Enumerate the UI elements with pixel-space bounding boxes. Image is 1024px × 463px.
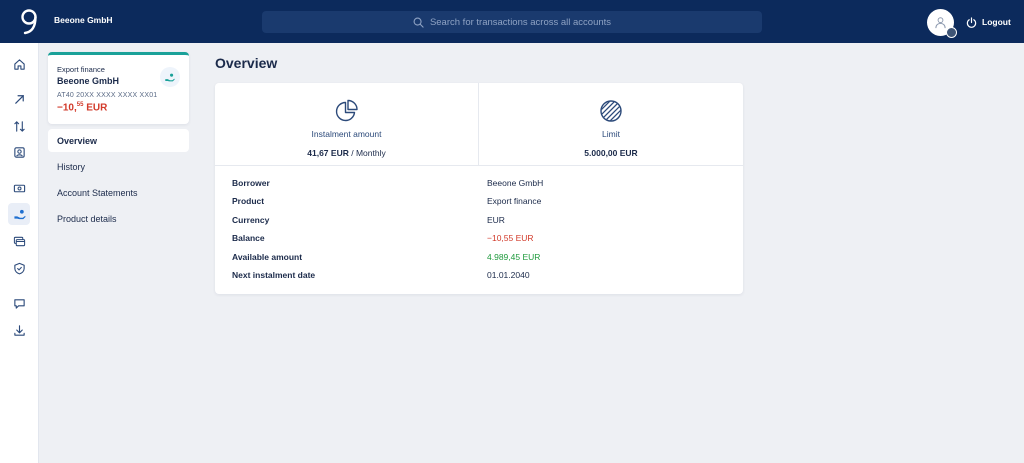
account-balance: −10,55 EUR <box>57 102 108 114</box>
transfer-out-icon <box>15 94 24 104</box>
download-icon <box>14 324 25 336</box>
rail-download[interactable] <box>0 320 39 340</box>
rail-security[interactable] <box>0 258 39 278</box>
search-placeholder: Search for transactions across all accou… <box>429 16 612 28</box>
contacts-icon <box>14 146 25 158</box>
account-iban: AT40 20XX XXXX XXXX XX01 <box>57 92 158 99</box>
rail-contacts[interactable] <box>0 142 39 162</box>
home-icon <box>14 58 25 70</box>
subnav-overview[interactable]: Overview <box>48 129 189 152</box>
instalment-stat: Instalment amount 41,67 EUR / Monthly <box>215 83 479 165</box>
detail-row-available-amount: Available amount 4.989,45 EUR <box>232 252 727 266</box>
top-bar: Beeone GmbH Search for transactions acro… <box>0 0 1024 43</box>
detail-row-product: Product Export finance <box>232 196 727 210</box>
limit-icon <box>600 100 622 122</box>
instalment-value: 41,67 EUR / Monthly <box>307 148 386 158</box>
search-icon <box>413 17 424 28</box>
detail-value: Export finance <box>487 196 542 206</box>
icon-rail <box>0 43 39 463</box>
detail-row-currency: Currency EUR <box>232 215 727 229</box>
detail-label: Currency <box>232 215 270 225</box>
loan-icon <box>165 73 175 81</box>
search-input[interactable]: Search for transactions across all accou… <box>262 11 762 33</box>
logout-button[interactable]: Logout <box>966 14 1011 30</box>
rail-home[interactable] <box>0 54 39 74</box>
subnav-product-details[interactable]: Product details <box>48 207 189 230</box>
subnav-history[interactable]: History <box>48 155 189 178</box>
user-icon <box>935 17 946 29</box>
detail-label: Next instalment date <box>232 270 316 280</box>
logout-label: Logout <box>982 17 1011 27</box>
subnav-account-statements[interactable]: Account Statements <box>48 181 189 204</box>
detail-value: 01.01.2040 <box>487 270 530 280</box>
detail-row-next-instalment-date: Next instalment date 01.01.2040 <box>232 270 727 284</box>
rail-loan[interactable] <box>0 203 39 225</box>
detail-value: Beeone GmbH <box>487 178 544 188</box>
page-title: Overview <box>215 55 278 71</box>
instalment-label: Instalment amount <box>311 129 382 139</box>
exchange-icon <box>14 120 25 132</box>
security-icon <box>14 262 25 274</box>
overview-panel: Instalment amount 41,67 EUR / Monthly Li… <box>215 83 743 294</box>
account-card-icon <box>160 67 180 87</box>
rail-cash[interactable] <box>0 178 39 198</box>
settings-badge-icon[interactable] <box>946 27 957 38</box>
limit-stat: Limit 5.000,00 EUR <box>479 83 743 165</box>
detail-label: Product <box>232 196 265 206</box>
limit-label: Limit <box>602 129 620 139</box>
detail-label: Available amount <box>232 252 303 262</box>
detail-value: 4.989,45 EUR <box>487 252 541 262</box>
rail-transfer[interactable] <box>0 89 39 109</box>
power-icon <box>966 16 977 28</box>
company-name: Beeone GmbH <box>54 15 113 25</box>
chat-icon <box>14 298 25 309</box>
rail-exchange[interactable] <box>0 116 39 136</box>
panel-divider <box>215 165 743 166</box>
detail-value: −10,55 EUR <box>487 233 534 243</box>
detail-label: Borrower <box>232 178 270 188</box>
user-avatar[interactable] <box>927 9 957 38</box>
cards-icon <box>13 236 26 246</box>
bank-logo-icon[interactable] <box>18 8 40 36</box>
detail-row-borrower: Borrower Beeone GmbH <box>232 178 727 192</box>
detail-value: EUR <box>487 215 505 225</box>
limit-value: 5.000,00 EUR <box>584 148 638 158</box>
rail-cards[interactable] <box>0 231 39 251</box>
rail-chat[interactable] <box>0 293 39 313</box>
detail-row-balance: Balance −10,55 EUR <box>232 233 727 247</box>
loan-icon <box>13 209 26 219</box>
cash-icon <box>13 184 26 192</box>
account-card[interactable]: Export finance Beeone GmbH AT40 20XX XXX… <box>48 52 189 124</box>
pie-chart-icon <box>335 99 358 122</box>
detail-label: Balance <box>232 233 265 243</box>
